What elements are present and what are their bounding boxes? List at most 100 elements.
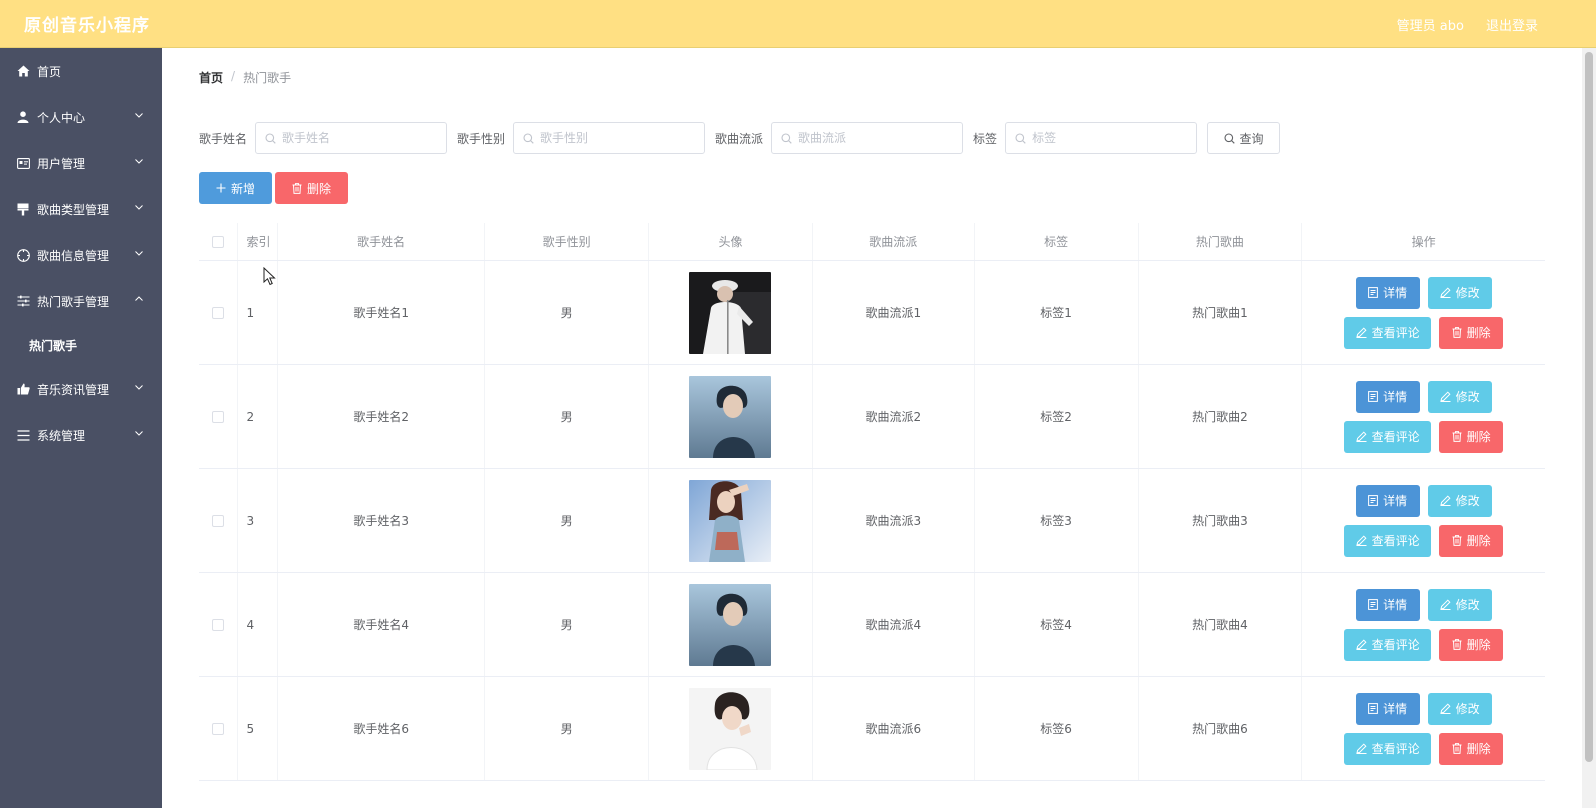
row-name: 歌手姓名3: [278, 469, 486, 572]
edit-icon: [1439, 495, 1451, 506]
select-all-checkbox[interactable]: [212, 235, 225, 248]
search-gender-input[interactable]: [540, 131, 691, 145]
sidebar-item-home[interactable]: 首页: [0, 48, 162, 94]
detail-label: 详情: [1383, 286, 1408, 300]
trash-icon: [1452, 431, 1462, 442]
detail-label: 详情: [1383, 598, 1408, 612]
col-gender: 歌手性别: [485, 223, 650, 260]
search-label-name: 歌手姓名: [199, 131, 248, 146]
sidebar-subitem-hot-singer[interactable]: 热门歌手: [0, 324, 162, 366]
delete-button[interactable]: 删除: [1439, 420, 1504, 453]
row-genre: 歌曲流派6: [813, 677, 975, 780]
chevron-down-icon: [135, 205, 143, 210]
singer-avatar[interactable]: [689, 271, 772, 354]
row-gender: 男: [485, 677, 650, 780]
row-song: 热门歌曲4: [1139, 573, 1303, 676]
detail-button[interactable]: 详情: [1355, 484, 1420, 517]
search-name-input[interactable]: [282, 131, 433, 145]
search-tag-field[interactable]: [1005, 122, 1198, 154]
search-genre-input[interactable]: [798, 131, 949, 145]
edit-button[interactable]: 修改: [1427, 692, 1492, 725]
breadcrumb-separator: /: [231, 69, 236, 83]
delete-label: 删除: [1466, 534, 1491, 548]
trash-icon: [1452, 639, 1462, 650]
top-bar: 原创音乐小程序 管理员 abo 退出登录: [0, 0, 1596, 48]
delete-button[interactable]: 删除: [1439, 316, 1504, 349]
detail-button[interactable]: 详情: [1355, 588, 1420, 621]
row-tag: 标签2: [975, 365, 1139, 468]
singer-avatar[interactable]: [689, 375, 772, 458]
detail-button[interactable]: 详情: [1355, 276, 1420, 309]
detail-button[interactable]: 详情: [1355, 692, 1420, 725]
thumb-icon: [16, 382, 30, 396]
edit-icon: [1355, 431, 1367, 442]
document-icon: [1368, 599, 1379, 610]
edit-icon: [1355, 327, 1367, 338]
breadcrumb-home[interactable]: 首页: [199, 69, 223, 86]
search-gender-field[interactable]: [513, 122, 706, 154]
sidebar-item-profile[interactable]: 个人中心: [0, 94, 162, 140]
edit-button[interactable]: 修改: [1427, 380, 1492, 413]
row-index: 3: [238, 469, 279, 572]
batch-delete-button[interactable]: 删除: [275, 172, 348, 204]
row-genre: 歌曲流派3: [813, 469, 975, 572]
row-song: 热门歌曲2: [1139, 365, 1303, 468]
sidebar-item-hot-singers[interactable]: 热门歌手管理: [0, 278, 162, 324]
row-checkbox[interactable]: [212, 514, 225, 527]
delete-button[interactable]: 删除: [1439, 524, 1504, 557]
sidebar-item-users[interactable]: 用户管理: [0, 140, 162, 186]
comments-button[interactable]: 查看评论: [1344, 316, 1432, 349]
add-button[interactable]: 新增: [199, 172, 272, 204]
search-tag-input[interactable]: [1032, 131, 1183, 145]
logout-link[interactable]: 退出登录: [1486, 15, 1538, 34]
table-row: 4 歌手姓名4 男 歌曲流派4 标签4 热门歌曲4 详情 修改 查看评论 删除: [199, 573, 1545, 677]
sidebar-item-music-news[interactable]: 音乐资讯管理: [0, 366, 162, 412]
compass-icon: [16, 248, 30, 262]
sidebar-item-song-types[interactable]: 歌曲类型管理: [0, 186, 162, 232]
trash-icon: [1452, 327, 1462, 338]
brush-icon: [16, 202, 30, 216]
sidebar: 首页 个人中心 用户管理 歌曲类型管理 歌曲信息管理 热门歌手管理 热门歌手 音…: [0, 48, 162, 808]
chevron-down-icon: [135, 385, 143, 390]
detail-button[interactable]: 详情: [1355, 380, 1420, 413]
main-content: 首页 / 热门歌手 歌手姓名 歌手性别 歌曲流派 标签 查询: [162, 48, 1582, 808]
row-checkbox[interactable]: [212, 410, 225, 423]
row-genre: 歌曲流派4: [813, 573, 975, 676]
chevron-down-icon: [135, 251, 143, 256]
col-name: 歌手姓名: [278, 223, 486, 260]
singer-avatar[interactable]: [689, 687, 772, 770]
scrollbar-thumb[interactable]: [1585, 52, 1593, 762]
singer-avatar[interactable]: [689, 479, 772, 562]
row-checkbox[interactable]: [212, 306, 225, 319]
row-checkbox[interactable]: [212, 722, 225, 735]
row-ops: 详情 修改 查看评论 删除: [1302, 365, 1545, 468]
delete-label: 删除: [1466, 430, 1491, 444]
row-avatar-cell: [649, 469, 813, 572]
comments-button[interactable]: 查看评论: [1344, 732, 1432, 765]
row-checkbox[interactable]: [212, 618, 225, 631]
comments-button[interactable]: 查看评论: [1344, 420, 1432, 453]
comments-button[interactable]: 查看评论: [1344, 628, 1432, 661]
search-genre-field[interactable]: [771, 122, 964, 154]
row-name: 歌手姓名1: [278, 261, 486, 364]
search-icon: [781, 132, 792, 144]
sidebar-item-system[interactable]: 系统管理: [0, 412, 162, 458]
delete-button[interactable]: 删除: [1439, 732, 1504, 765]
edit-button[interactable]: 修改: [1427, 484, 1492, 517]
delete-button[interactable]: 删除: [1439, 628, 1504, 661]
search-icon: [523, 132, 534, 144]
search-name-field[interactable]: [255, 122, 448, 154]
edit-icon: [1439, 703, 1451, 714]
user-icon: [16, 110, 30, 124]
row-gender: 男: [485, 365, 650, 468]
page-scrollbar[interactable]: [1582, 48, 1596, 808]
sidebar-item-song-info[interactable]: 歌曲信息管理: [0, 232, 162, 278]
chevron-down-icon: [135, 113, 143, 118]
edit-button[interactable]: 修改: [1427, 588, 1492, 621]
comments-button[interactable]: 查看评论: [1344, 524, 1432, 557]
edit-button[interactable]: 修改: [1427, 276, 1492, 309]
query-button[interactable]: 查询: [1207, 122, 1281, 154]
edit-icon: [1439, 391, 1451, 402]
sidebar-item-label: 音乐资讯管理: [37, 382, 110, 397]
singer-avatar[interactable]: [689, 583, 772, 666]
